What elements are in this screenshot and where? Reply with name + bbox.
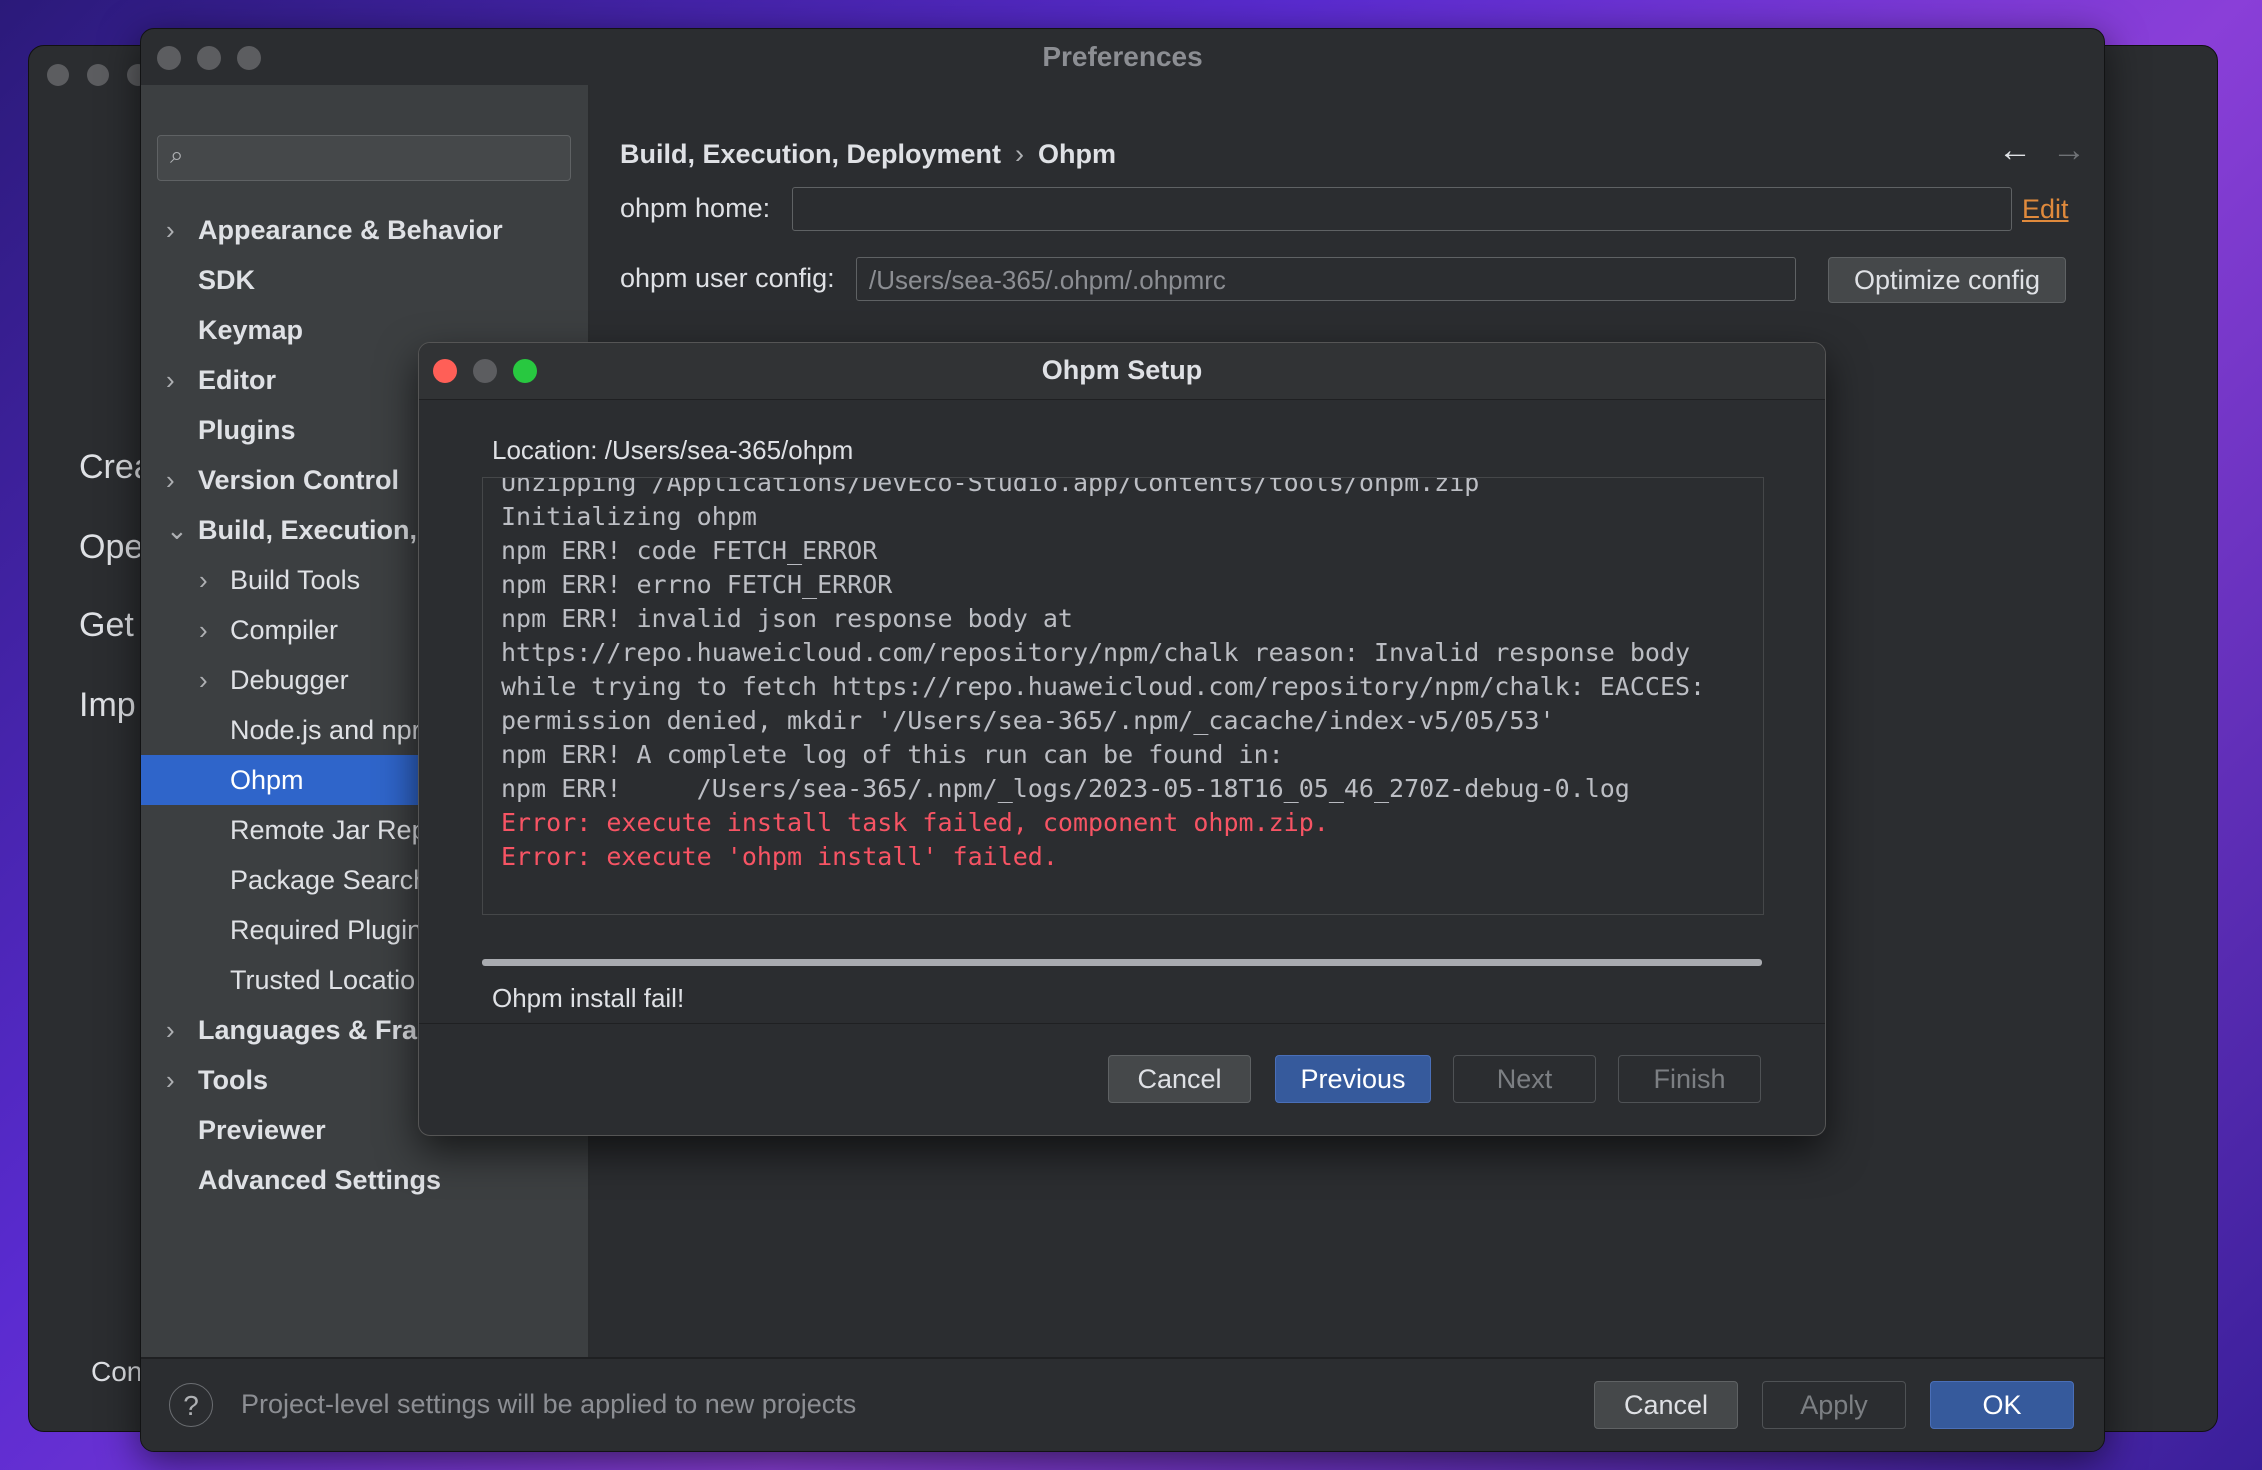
dialog-title: Ohpm Setup [1041,355,1203,385]
log-line: permission denied, mkdir '/Users/sea-365… [501,706,1555,735]
sidebar-item-label: Remote Jar Rep [230,815,427,845]
sidebar-item-label: Build, Execution, I [198,515,433,545]
sidebar-item-label: Languages & Fran [198,1015,434,1045]
log-line: npm ERR! invalid json response body at [501,604,1073,633]
chevron-right-icon[interactable]: › [199,555,208,605]
sidebar-item[interactable]: Advanced Settings [141,1155,588,1205]
log-line: Initializing ohpm [501,502,757,531]
sidebar-item-label: Editor [198,365,276,395]
preferences-titlebar: Preferences [141,29,2104,85]
previous-button[interactable]: Previous [1275,1055,1431,1103]
footer-note: Project-level settings will be applied t… [241,1389,857,1419]
next-button[interactable]: Next [1453,1055,1596,1103]
sidebar-item-label: Keymap [198,315,304,345]
preferences-footer: ? Project-level settings will be applied… [141,1357,2104,1451]
install-status: Ohpm install fail! [492,983,685,1013]
finish-button[interactable]: Finish [1618,1055,1761,1103]
dialog-cancel-button[interactable]: Cancel [1108,1055,1251,1103]
back-arrow-icon[interactable]: ← [1998,131,2032,170]
sidebar-item-label: Advanced Settings [198,1165,442,1195]
sidebar-item-label: Node.js and npr [230,715,421,745]
breadcrumb: Build, Execution, Deployment › Ohpm [620,139,1116,170]
welcome-item-import[interactable]: Imp [79,686,136,725]
log-line: while trying to fetch https://repo.huawe… [501,672,1706,701]
breadcrumb-current: Ohpm [1038,139,1117,169]
window-title: Preferences [1042,41,1203,72]
log-line: npm ERR! code FETCH_ERROR [501,536,878,565]
install-location: Location: /Users/sea-365/ohpm [492,435,854,465]
ok-button[interactable]: OK [1930,1381,2074,1429]
edit-link[interactable]: Edit [2022,194,2069,225]
log-output[interactable]: Unzipping /Applications/DevEco-Studio.ap… [482,477,1764,915]
chevron-right-icon[interactable]: › [166,205,175,255]
dialog-titlebar: Ohpm Setup [419,343,1825,400]
sidebar-item-label: Tools [198,1065,268,1095]
welcome-item-get[interactable]: Get [79,606,134,645]
chevron-right-icon[interactable]: › [166,1055,175,1105]
sidebar-item-label: Compiler [230,615,339,645]
apply-button[interactable]: Apply [1762,1381,1906,1429]
chevron-right-icon[interactable]: › [166,355,175,405]
log-line: npm ERR! /Users/sea-365/.npm/_logs/2023-… [501,774,1630,803]
search-icon: ⌕ [170,142,184,169]
sidebar-item-label: Ohpm [230,765,304,795]
close-dot-icon [47,64,69,86]
log-error-line: Error: execute install task failed, comp… [501,808,1329,837]
log-line: Unzipping /Applications/DevEco-Studio.ap… [501,477,1480,497]
sidebar-item[interactable]: › Appearance & Behavior [141,205,588,255]
sidebar-item-label: Previewer [198,1115,326,1145]
log-error-line: Error: execute 'ohpm install' failed. [501,842,1058,871]
sidebar-item-label: Trusted Locatio [230,965,416,995]
progress-bar [482,959,1762,966]
minimize-dot-icon [87,64,109,86]
welcome-item-open[interactable]: Ope [79,528,143,567]
sidebar-item-label: Package Search [230,865,429,895]
log-line: npm ERR! errno FETCH_ERROR [501,570,893,599]
breadcrumb-parent[interactable]: Build, Execution, Deployment [620,139,1001,169]
sidebar-item-label: Debugger [230,665,349,695]
chevron-right-icon[interactable]: › [199,605,208,655]
sidebar-item-label: Build Tools [230,565,361,595]
forward-arrow-icon[interactable]: → [2052,131,2086,170]
ohpm-setup-dialog: Ohpm Setup Location: /Users/sea-365/ohpm… [418,342,1826,1136]
sidebar-item-label: Version Control [198,465,400,495]
ohpm-home-label: ohpm home: [620,193,771,223]
chevron-right-icon[interactable]: › [166,455,175,505]
chevron-right-icon[interactable]: › [166,1005,175,1055]
optimize-config-button[interactable]: Optimize config [1828,257,2066,303]
log-line: https://repo.huaweicloud.com/repository/… [501,638,1691,667]
log-lines: Unzipping /Applications/DevEco-Studio.ap… [501,477,1706,874]
sidebar-item-label: Appearance & Behavior [198,215,503,245]
log-line: npm ERR! A complete log of this run can … [501,740,1284,769]
ohpm-user-config-field[interactable]: /Users/sea-365/.ohpm/.ohpmrc [856,257,1796,301]
breadcrumb-separator: › [1015,139,1025,169]
sidebar-item-label: Required Plugins [230,915,436,945]
settings-search-input[interactable]: ⌕ [157,135,571,181]
divider [419,1023,1825,1024]
sidebar-item-label: SDK [198,265,256,295]
sidebar-item-label: Plugins [198,415,296,445]
help-button[interactable]: ? [169,1383,213,1427]
chevron-right-icon[interactable]: › [199,655,208,705]
ohpm-home-field[interactable] [792,187,2012,231]
chevron-down-icon[interactable]: ⌄ [166,505,188,555]
welcome-item-configure[interactable]: Con [91,1356,142,1388]
cancel-button[interactable]: Cancel [1594,1381,1738,1429]
sidebar-item[interactable]: SDK [141,255,588,305]
ohpm-user-config-label: ohpm user config: [620,263,835,293]
